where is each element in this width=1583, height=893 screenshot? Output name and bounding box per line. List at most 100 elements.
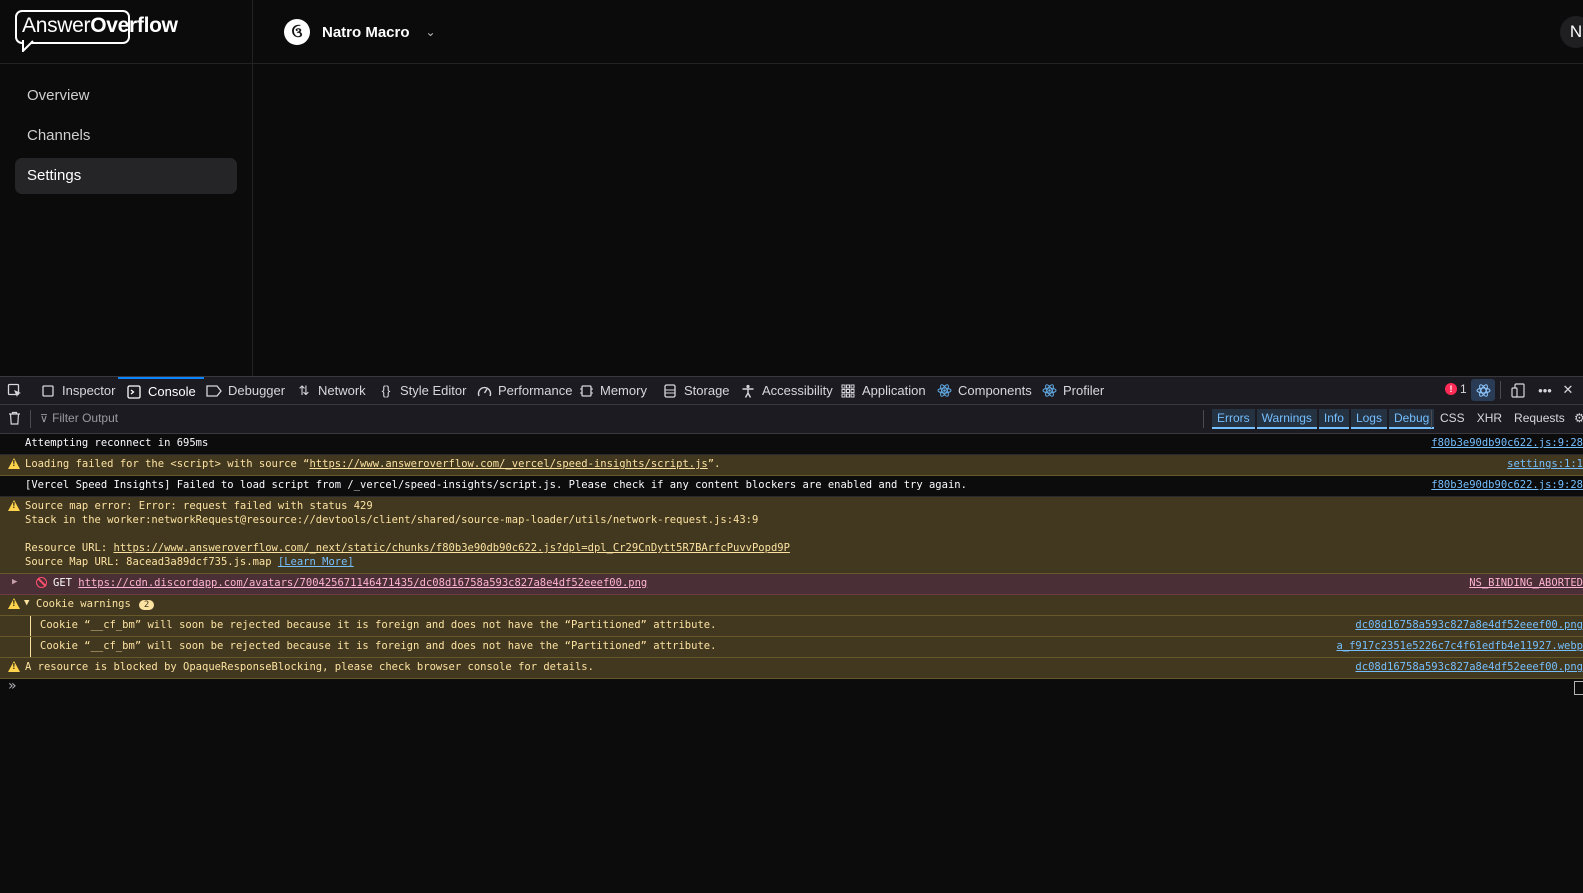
filter-xhr-button[interactable]: XHR <box>1477 411 1502 425</box>
filter-warnings-button[interactable]: Warnings <box>1256 409 1317 429</box>
sidebar-item-overview[interactable]: Overview <box>15 78 237 114</box>
toolbar-separator <box>1203 410 1204 428</box>
group-indent-line <box>30 616 31 636</box>
resource-url-link[interactable]: https://www.answeroverflow.com/_next/sta… <box>114 542 790 554</box>
tab-inspector[interactable]: Inspector <box>40 377 115 404</box>
learn-more-link[interactable]: [Learn More] <box>278 556 354 568</box>
gauge-icon <box>476 383 492 399</box>
console-message-warning: Loading failed for the <script> with sou… <box>0 455 1583 476</box>
clear-console-button[interactable] <box>8 411 21 428</box>
tab-profiler-label: Profiler <box>1063 383 1105 398</box>
resource-url-label: Resource URL: <box>25 542 114 554</box>
sidebar-item-channels[interactable]: Channels <box>15 118 237 154</box>
react-icon <box>1041 383 1057 399</box>
element-picker-icon <box>6 383 22 399</box>
answeroverflow-logo[interactable]: AnswerOverflow <box>15 10 178 52</box>
expand-arrow-icon[interactable]: ▶ <box>12 577 17 587</box>
console-message-warning: Cookie “__cf_bm” will soon be rejected b… <box>0 616 1583 637</box>
tab-profiler[interactable]: Profiler <box>1041 377 1104 404</box>
filter-logs-button[interactable]: Logs <box>1350 409 1387 429</box>
message-source-link[interactable]: settings:1:1 <box>1507 458 1583 470</box>
close-icon: ✕ <box>1562 382 1574 397</box>
tab-style-editor-label: Style Editor <box>400 383 467 398</box>
warning-icon <box>8 458 20 469</box>
request-status[interactable]: NS_BINDING_ABORTED <box>1469 577 1583 589</box>
trash-icon <box>9 411 20 425</box>
console-message-warning: A resource is blocked by OpaqueResponseB… <box>0 658 1583 679</box>
warning-icon <box>8 598 20 609</box>
storage-icon <box>662 383 678 399</box>
console-input-prompt[interactable]: » <box>8 678 17 694</box>
message-prefix: Loading failed for the <script> with sou… <box>25 458 310 470</box>
level-filter-group: Errors Warnings Info Logs Debug <box>1212 409 1435 429</box>
console-message-warning: Cookie “__cf_bm” will soon be rejected b… <box>0 637 1583 658</box>
resource-url-line: Resource URL: https://www.answeroverflow… <box>25 542 790 554</box>
filter-icon: ⊽ <box>40 412 49 425</box>
tab-storage[interactable]: Storage <box>662 377 730 404</box>
message-text: Loading failed for the <script> with sou… <box>25 458 720 470</box>
logo-text-answer: Answer <box>22 14 91 37</box>
filter-errors-button[interactable]: Errors <box>1212 409 1255 429</box>
message-suffix: ”. <box>707 458 721 470</box>
accessibility-icon <box>740 383 756 399</box>
close-devtools-button[interactable]: ✕ <box>1560 379 1583 401</box>
tab-memory[interactable]: Memory <box>578 377 647 404</box>
message-text: GET https://cdn.discordapp.com/avatars/7… <box>36 577 647 589</box>
inspector-icon <box>40 383 56 399</box>
warning-icon <box>8 500 20 511</box>
filter-requests-button[interactable]: Requests <box>1514 411 1565 425</box>
cookie-warnings-group[interactable]: ▼ Cookie warnings 2 <box>0 595 1583 616</box>
script-url-link[interactable]: https://www.answeroverflow.com/_vercel/s… <box>309 458 707 470</box>
app-area: AnswerOverflow ઉ Natro Macro ⌄ N Overvie… <box>0 0 1583 378</box>
tab-network-label: Network <box>318 383 366 398</box>
user-avatar[interactable]: N <box>1560 16 1583 48</box>
collapse-arrow-icon[interactable]: ▼ <box>24 598 29 608</box>
tab-accessibility-label: Accessibility <box>762 383 833 398</box>
tab-style-editor[interactable]: {} Style Editor <box>378 377 467 404</box>
chevron-down-icon: ⌄ <box>425 25 436 39</box>
request-url-link[interactable]: https://cdn.discordapp.com/avatars/70042… <box>78 577 647 589</box>
logo-bubble-tail <box>22 40 34 52</box>
console-message-error[interactable]: ▶ GET https://cdn.discordapp.com/avatars… <box>0 574 1583 595</box>
filter-css-button[interactable]: CSS <box>1440 411 1465 425</box>
blocked-icon <box>36 577 47 588</box>
message-source-link[interactable]: f80b3e90db90c622.js:9:28 <box>1431 479 1583 491</box>
tab-debugger[interactable]: Debugger <box>206 377 285 404</box>
tab-performance-label: Performance <box>498 383 573 398</box>
tab-accessibility[interactable]: Accessibility <box>740 377 833 404</box>
tab-console-label: Console <box>148 384 196 399</box>
filter-debug-button[interactable]: Debug <box>1388 409 1435 429</box>
tab-components[interactable]: Components <box>936 377 1032 404</box>
editor-mode-icon[interactable] <box>1574 681 1583 695</box>
tab-console[interactable]: Console <box>118 377 204 404</box>
logo-text-overflow: Overflow <box>90 14 178 37</box>
message-source-link[interactable]: dc08d16758a593c827a8e4df52eeef00.png <box>1355 619 1583 631</box>
group-title: Cookie warnings <box>36 598 131 610</box>
message-text: Cookie “__cf_bm” will soon be rejected b… <box>40 640 717 652</box>
message-source-link[interactable]: a_f917c2351e5226c7c4f61edfb4e11927.webp <box>1336 640 1583 652</box>
console-output: Attempting reconnect in 695ms f80b3e90db… <box>0 434 1583 679</box>
devtools-tabbar: Inspector Console Debugger ⇅ Network {} … <box>0 377 1583 405</box>
sidebar-item-settings[interactable]: Settings <box>15 158 237 194</box>
react-devtools-button[interactable] <box>1471 379 1495 401</box>
ellipsis-icon: ••• <box>1538 382 1552 398</box>
responsive-design-button[interactable] <box>1506 379 1530 401</box>
console-settings-icon[interactable]: ⚙ <box>1574 411 1583 425</box>
prompt-chevron-icon: » <box>8 678 17 694</box>
filter-output-input[interactable]: ⊽ Filter Output <box>40 411 118 425</box>
tab-network[interactable]: ⇅ Network <box>296 377 366 404</box>
error-count-badge[interactable]: ! 1 <box>1445 382 1467 396</box>
element-picker-button[interactable] <box>6 377 22 404</box>
server-selector[interactable]: ઉ Natro Macro ⌄ <box>284 19 436 45</box>
settings-react-icon <box>1475 382 1491 398</box>
toolbar-separator <box>1431 410 1432 428</box>
server-avatar: ઉ <box>284 19 310 45</box>
console-message-log: Attempting reconnect in 695ms f80b3e90db… <box>0 434 1583 455</box>
filter-info-button[interactable]: Info <box>1318 409 1349 429</box>
tab-application[interactable]: Application <box>840 377 926 404</box>
message-source-link[interactable]: f80b3e90db90c622.js:9:28 <box>1431 437 1583 449</box>
tab-debugger-label: Debugger <box>228 383 286 398</box>
tab-performance[interactable]: Performance <box>476 377 572 404</box>
message-source-link[interactable]: dc08d16758a593c827a8e4df52eeef00.png <box>1355 661 1583 673</box>
more-options-button[interactable]: ••• <box>1533 379 1557 401</box>
